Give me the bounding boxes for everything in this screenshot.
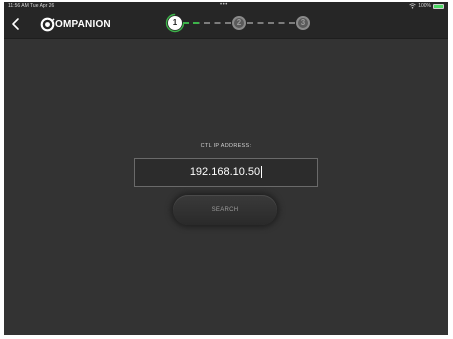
companion-logo: OMPANION xyxy=(40,16,111,32)
main-content: CTL IP ADDRESS: 192.168.10.50 SEARCH xyxy=(4,39,448,335)
status-right: 100% xyxy=(409,2,444,10)
ip-address-value: 192.168.10.50 xyxy=(189,166,261,178)
multitasking-dots[interactable]: ••• xyxy=(220,2,228,9)
step-2-indicator: 2 xyxy=(232,16,246,30)
text-caret xyxy=(261,166,263,179)
app-screen: 11:56 AM Tue Apr 26 ••• 100% OMPANION 1 … xyxy=(4,2,448,335)
setup-progress-stepper: 1 2 3 xyxy=(164,12,314,36)
battery-icon xyxy=(433,3,444,9)
ip-address-label: CTL IP ADDRESS: xyxy=(200,143,252,149)
step-connector-progress xyxy=(183,22,199,24)
ip-address-input[interactable]: 192.168.10.50 xyxy=(134,158,318,187)
wifi-icon xyxy=(409,3,416,9)
back-chevron-icon[interactable] xyxy=(10,16,22,32)
logo-text: OMPANION xyxy=(55,18,111,30)
status-time: 11:56 AM Tue Apr 26 xyxy=(8,3,55,9)
battery-level-fill xyxy=(434,4,443,8)
battery-percent: 100% xyxy=(418,3,431,9)
status-bar: 11:56 AM Tue Apr 26 ••• 100% xyxy=(4,2,448,10)
top-navigation-bar: OMPANION 1 2 3 xyxy=(4,10,448,39)
companion-logo-mark-icon xyxy=(40,17,55,31)
step-connector-2-3 xyxy=(247,22,295,24)
search-button[interactable]: SEARCH xyxy=(173,195,277,225)
step-1-indicator: 1 xyxy=(168,16,182,30)
step-3-indicator: 3 xyxy=(296,16,310,30)
